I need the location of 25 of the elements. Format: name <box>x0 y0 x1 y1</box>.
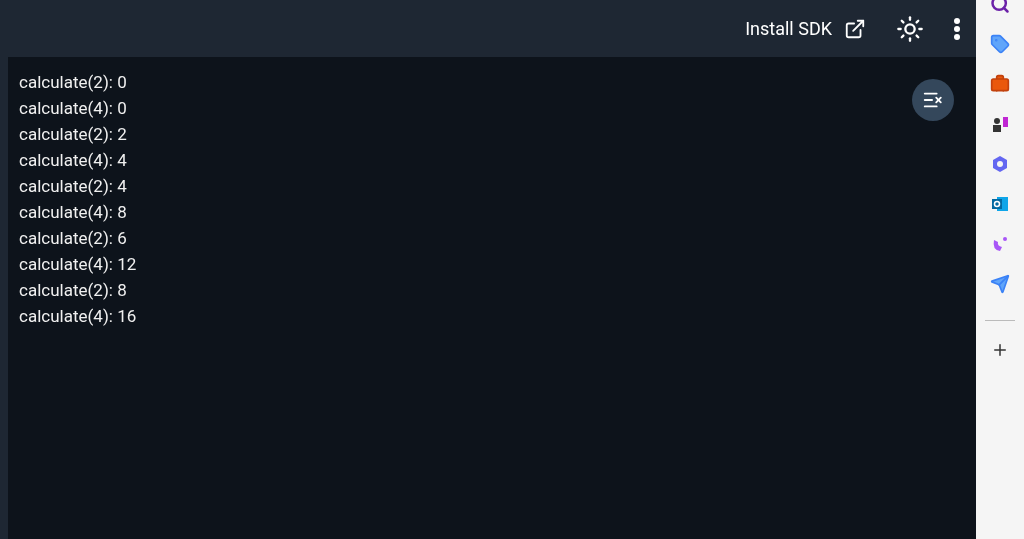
console-line: calculate(2): 6 <box>19 227 127 250</box>
search-icon[interactable] <box>990 0 1010 14</box>
toolbox-icon[interactable] <box>990 74 1010 94</box>
console-line: calculate(4): 0 <box>19 97 127 120</box>
external-link-icon <box>844 17 866 40</box>
clear-console-button[interactable] <box>912 79 954 121</box>
tag-icon[interactable] <box>990 34 1010 54</box>
console-line: calculate(2): 8 <box>19 279 127 302</box>
send-icon[interactable] <box>990 274 1010 294</box>
sun-icon <box>896 14 924 43</box>
chess-pieces-icon[interactable] <box>990 114 1010 134</box>
console-line: calculate(4): 4 <box>19 149 127 172</box>
install-sdk-link[interactable]: Install SDK <box>745 15 866 42</box>
add-icon[interactable] <box>991 341 1009 359</box>
console-line: calculate(4): 16 <box>19 305 137 328</box>
console-line: calculate(2): 2 <box>19 123 127 146</box>
hexagon-icon[interactable] <box>990 154 1010 174</box>
console-line: calculate(4): 8 <box>19 201 127 224</box>
console-line: calculate(2): 0 <box>19 71 127 94</box>
theme-toggle-button[interactable] <box>896 14 924 43</box>
console-line: calculate(4): 12 <box>19 253 137 276</box>
console-line: calculate(2): 4 <box>19 175 127 198</box>
more-menu-button[interactable] <box>954 17 960 40</box>
mail-app-icon[interactable] <box>990 194 1010 214</box>
more-menu-icon <box>954 17 960 40</box>
